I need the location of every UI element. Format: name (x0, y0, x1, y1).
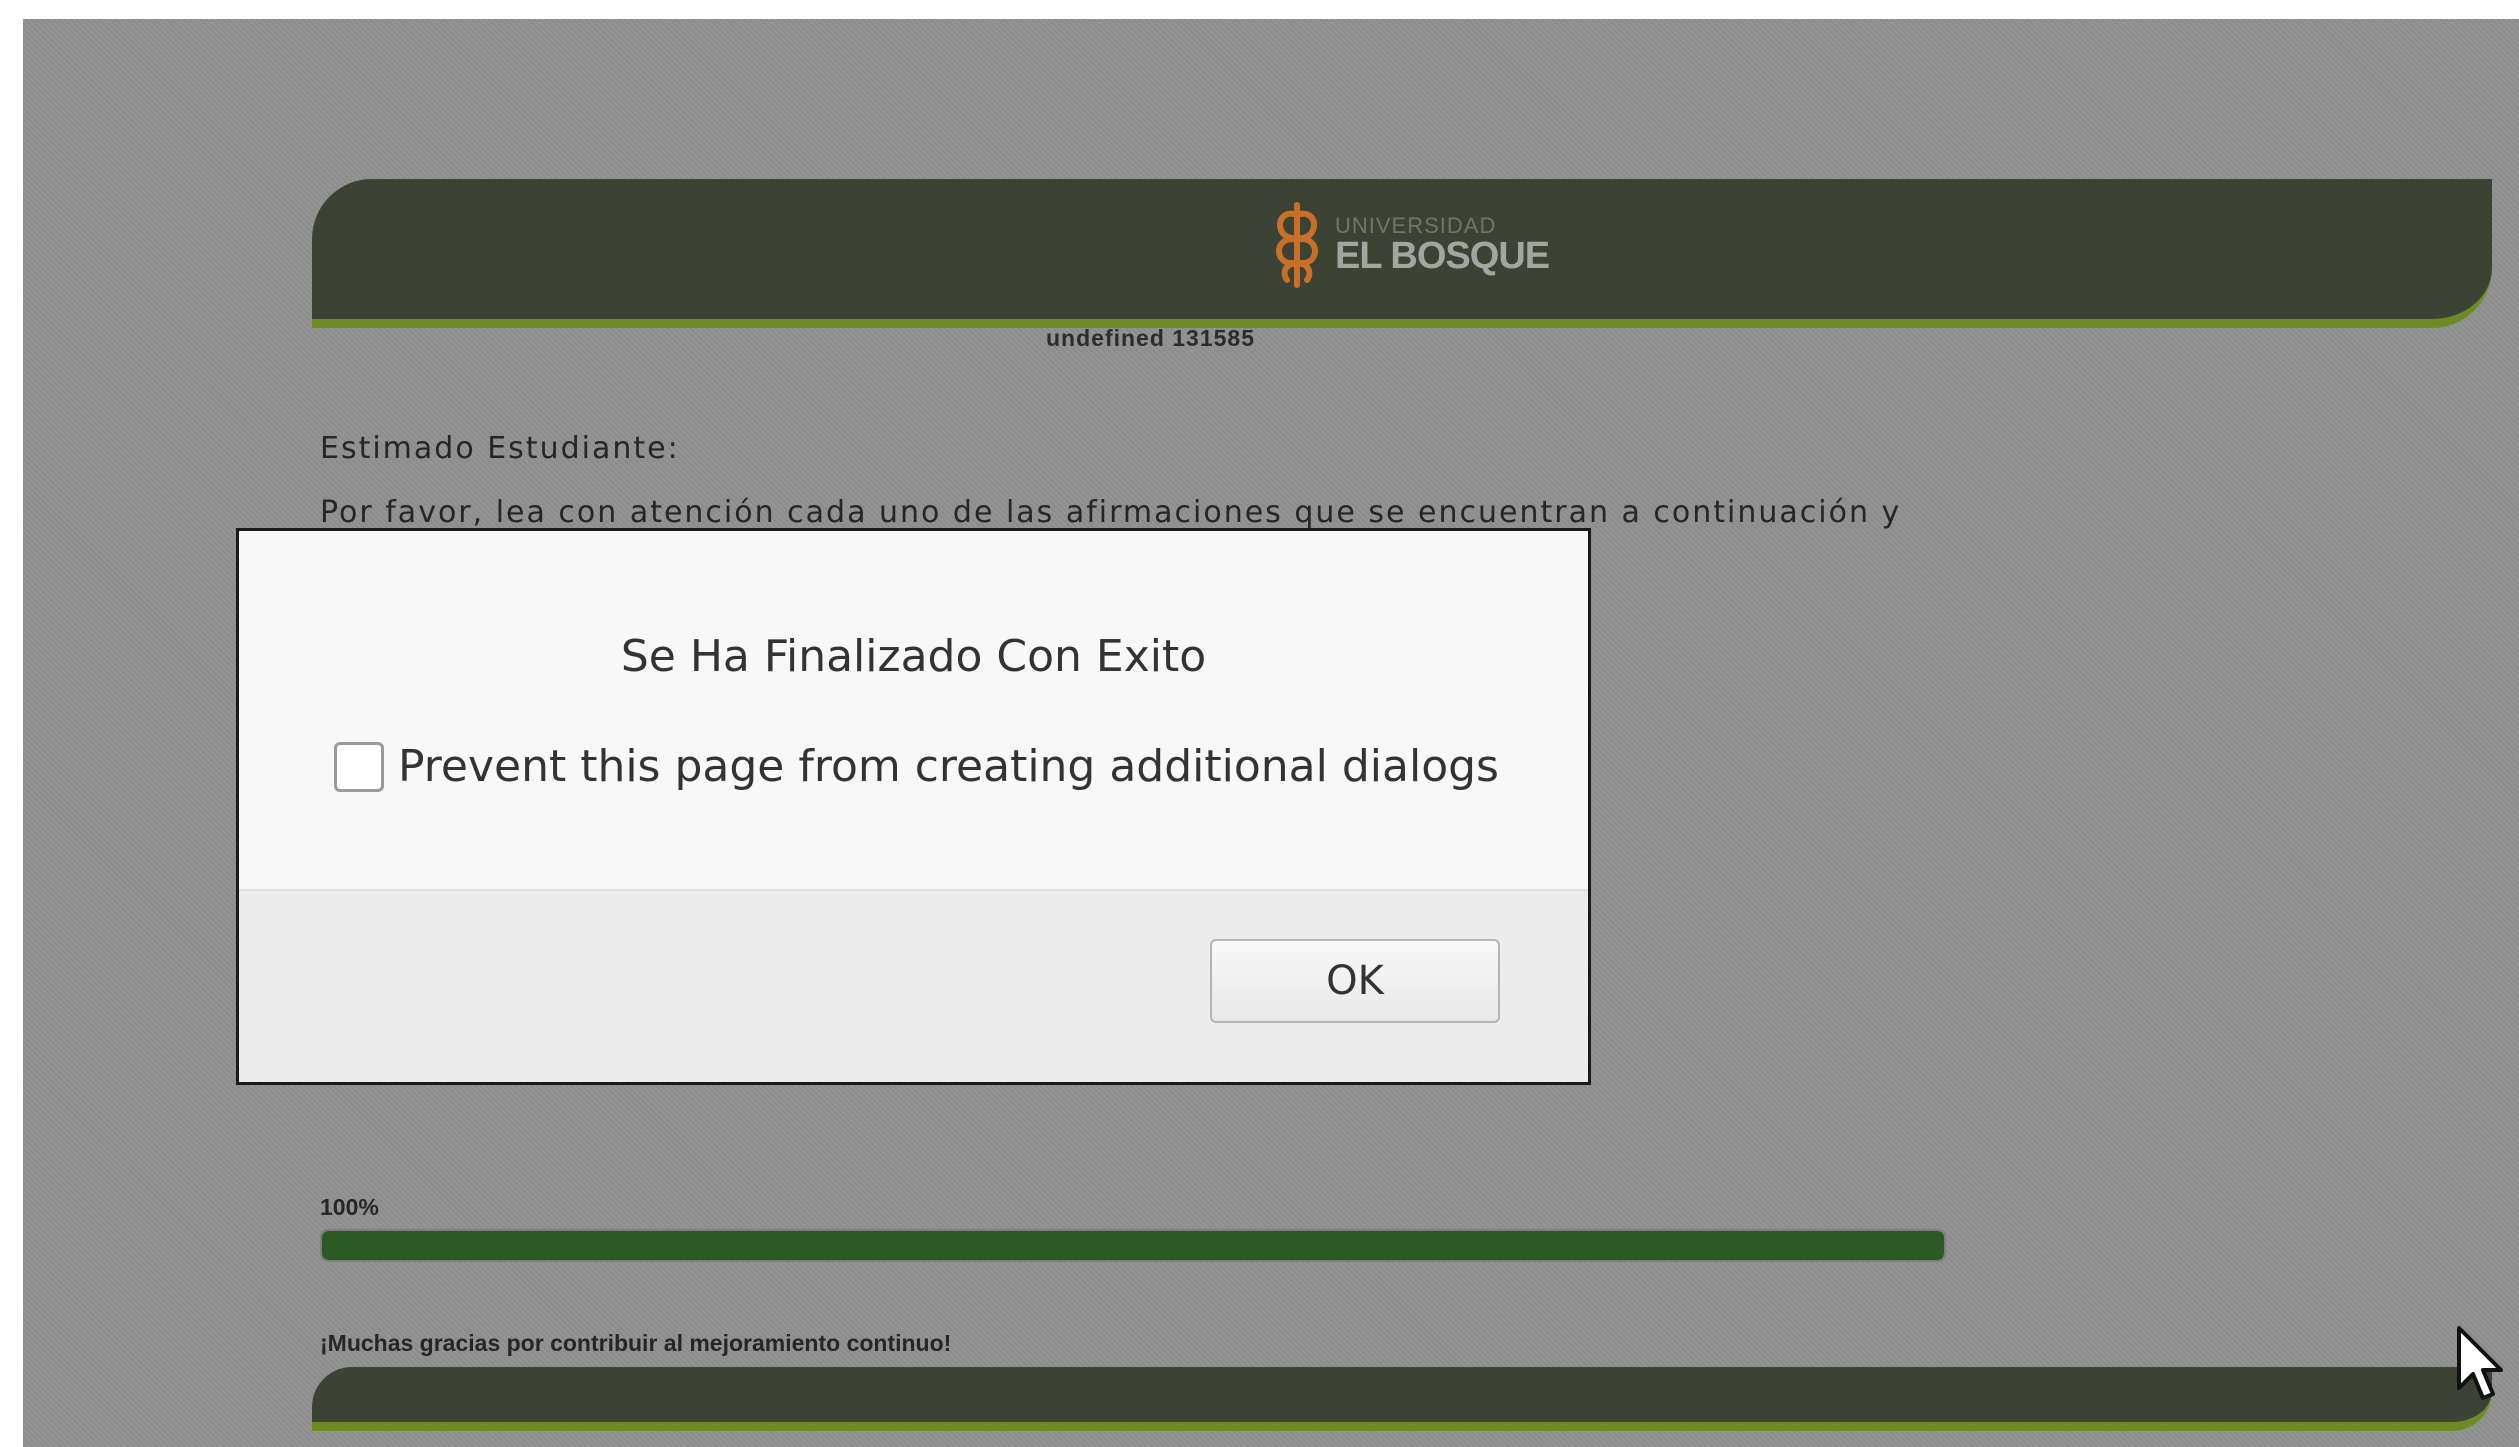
logo-line1: UNIVERSIDAD (1335, 212, 1497, 238)
greeting-text: Estimado Estudiante: (320, 431, 680, 466)
logo-text: UNIVERSIDAD EL BOSQUE (1335, 212, 1550, 277)
progress-percent-label: 100% (320, 1194, 379, 1220)
dialog-footer: OK (239, 889, 1588, 1082)
prevent-dialogs-checkbox[interactable] (334, 741, 384, 792)
instructions-text: Por favor, lea con atención cada uno de … (320, 495, 1902, 530)
thanks-message: ¡Muchas gracias por contribuir al mejora… (320, 1330, 952, 1356)
progress-bar-fill (322, 1231, 1944, 1260)
user-code-label: undefined 131585 (1046, 325, 1256, 351)
mouse-pointer-icon (2457, 1326, 2503, 1400)
prevent-dialogs-row[interactable]: Prevent this page from creating addition… (334, 741, 1499, 792)
dialog-body: Se Ha Finalizado Con Exito Prevent this … (239, 531, 1588, 889)
progress-bar (320, 1229, 1946, 1262)
university-logo: UNIVERSIDAD EL BOSQUE (1267, 197, 1550, 292)
dialog-message: Se Ha Finalizado Con Exito (620, 631, 1207, 682)
logo-line2: EL BOSQUE (1335, 234, 1550, 277)
prevent-dialogs-label[interactable]: Prevent this page from creating addition… (398, 741, 1499, 792)
university-logo-icon (1276, 201, 1318, 288)
header-banner: UNIVERSIDAD EL BOSQUE (312, 179, 2492, 328)
ok-button[interactable]: OK (1210, 939, 1500, 1023)
footer-banner (312, 1367, 2492, 1431)
alert-dialog: Se Ha Finalizado Con Exito Prevent this … (236, 528, 1591, 1085)
